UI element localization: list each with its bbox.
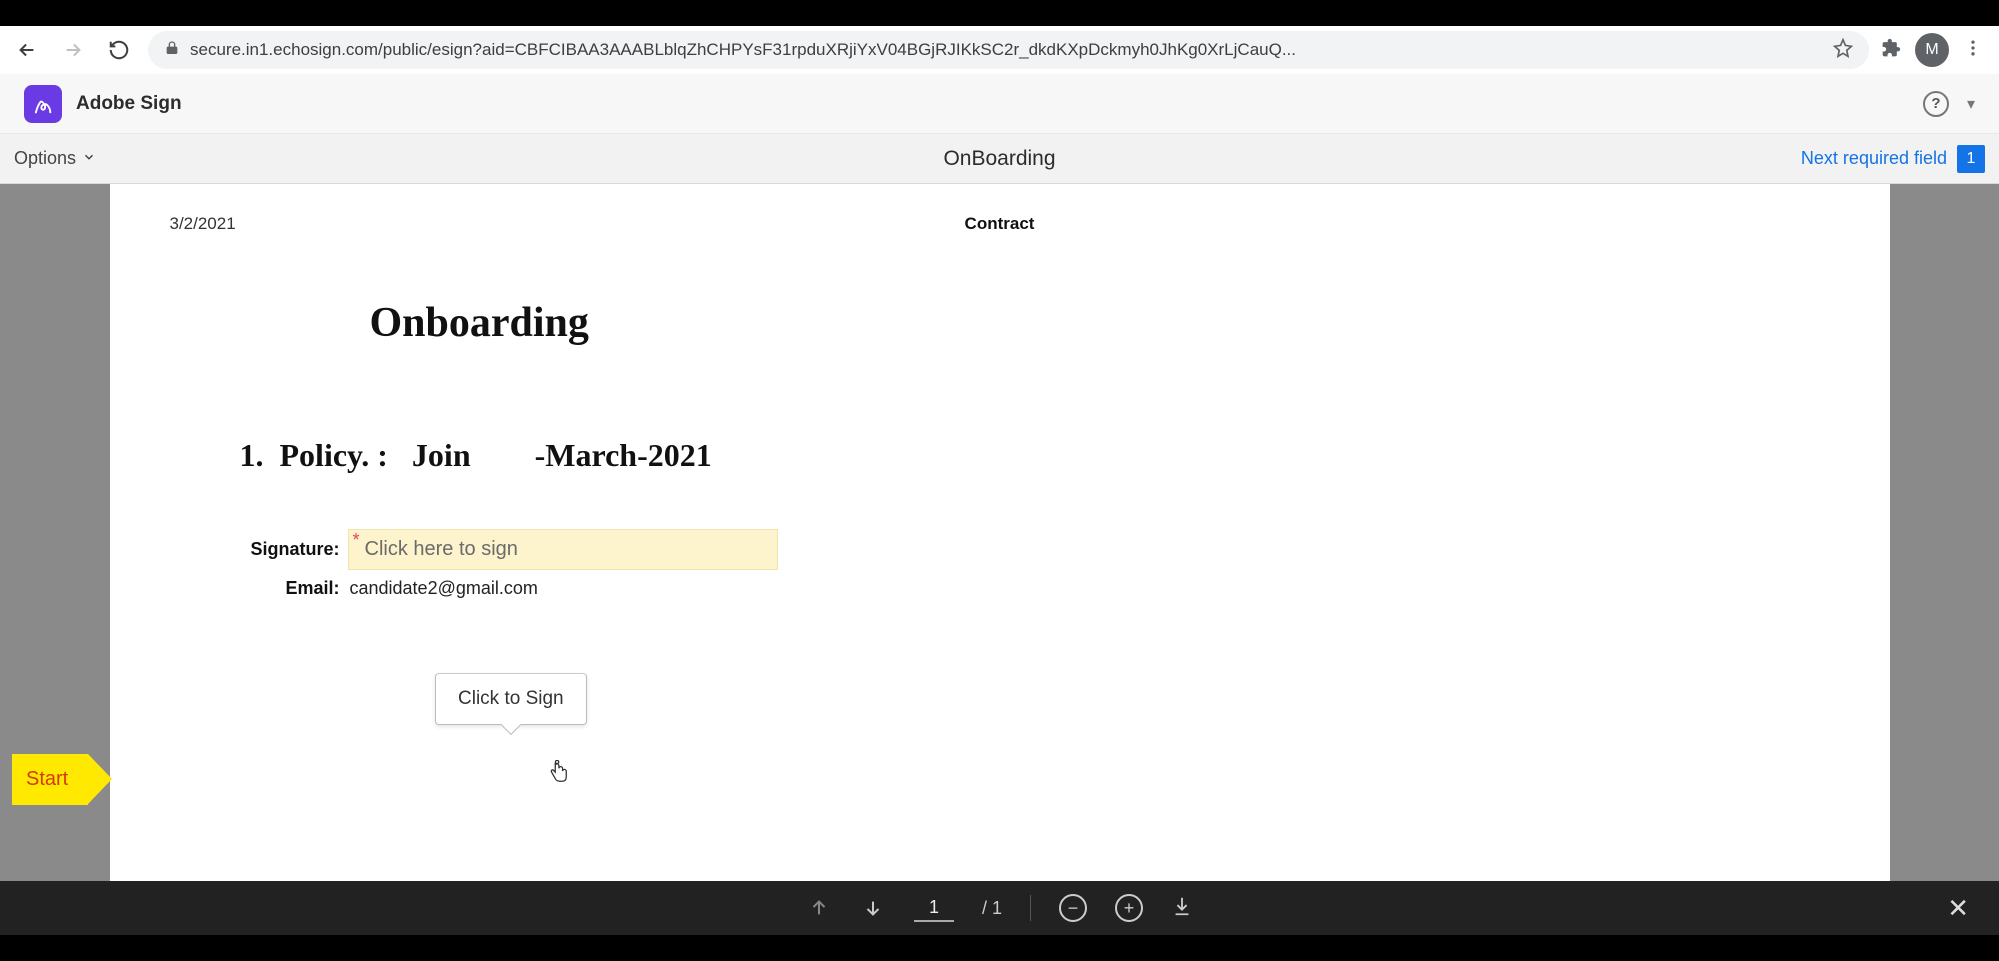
page-down-button[interactable] [860,895,886,921]
star-icon[interactable] [1833,38,1853,63]
page-number-input[interactable] [914,895,954,922]
signature-label: Signature: [230,539,340,560]
page-total: / 1 [982,898,1002,919]
signature-field[interactable]: * Click here to sign [348,529,778,570]
download-button[interactable] [1171,895,1193,922]
signature-tooltip: Click to Sign [435,673,587,725]
chrome-menu-icon[interactable] [1963,38,1983,63]
url-text: secure.in1.echosign.com/public/esign?aid… [190,40,1296,60]
profile-avatar[interactable]: M [1915,33,1949,67]
options-label: Options [14,148,76,169]
next-required-field-link[interactable]: Next required field [1801,148,1947,169]
start-flag[interactable]: Start [12,754,88,805]
forward-button[interactable] [56,33,90,67]
close-button[interactable]: ✕ [1947,893,1969,924]
lock-icon [164,40,180,61]
back-button[interactable] [10,33,44,67]
esign-toolbar: Options OnBoarding Next required field 1 [0,134,1999,184]
extensions-icon[interactable] [1881,38,1901,63]
document-title: OnBoarding [943,147,1055,171]
letterbox-bottom [0,935,1999,961]
separator [1030,895,1031,921]
document-heading: Onboarding [370,299,1830,347]
email-label: Email: [230,578,340,599]
policy-line: 1. Policy. : Join -March-2021 [240,437,1830,474]
email-value: candidate2@gmail.com [348,578,538,599]
adobe-sign-logo [24,85,62,123]
zoom-out-button[interactable]: − [1059,894,1087,922]
required-field-count[interactable]: 1 [1957,145,1985,173]
signature-placeholder: Click here to sign [365,538,518,560]
options-menu[interactable]: Options [14,148,96,169]
help-icon[interactable]: ? [1923,91,1949,117]
document-date: 3/2/2021 [170,214,236,234]
pdf-footer-bar: / 1 − + ✕ [0,881,1999,935]
app-header: Adobe Sign ? ▾ [0,74,1999,134]
required-asterisk: * [353,530,360,551]
address-bar[interactable]: secure.in1.echosign.com/public/esign?aid… [148,31,1869,69]
browser-toolbar: secure.in1.echosign.com/public/esign?aid… [0,26,1999,74]
zoom-in-button[interactable]: + [1115,894,1143,922]
document-header-label: Contract [965,214,1035,234]
app-title: Adobe Sign [76,93,182,115]
tooltip-text: Click to Sign [458,688,564,709]
letterbox-top [0,0,1999,26]
chevron-down-icon [82,148,96,169]
start-flag-label: Start [26,768,68,790]
reload-button[interactable] [102,33,136,67]
document-viewer[interactable]: 3/2/2021 Contract Onboarding 1. Policy. … [0,184,1999,881]
help-dropdown-arrow[interactable]: ▾ [1967,94,1975,114]
page-up-button[interactable] [806,895,832,921]
document-page: 3/2/2021 Contract Onboarding 1. Policy. … [110,184,1890,881]
